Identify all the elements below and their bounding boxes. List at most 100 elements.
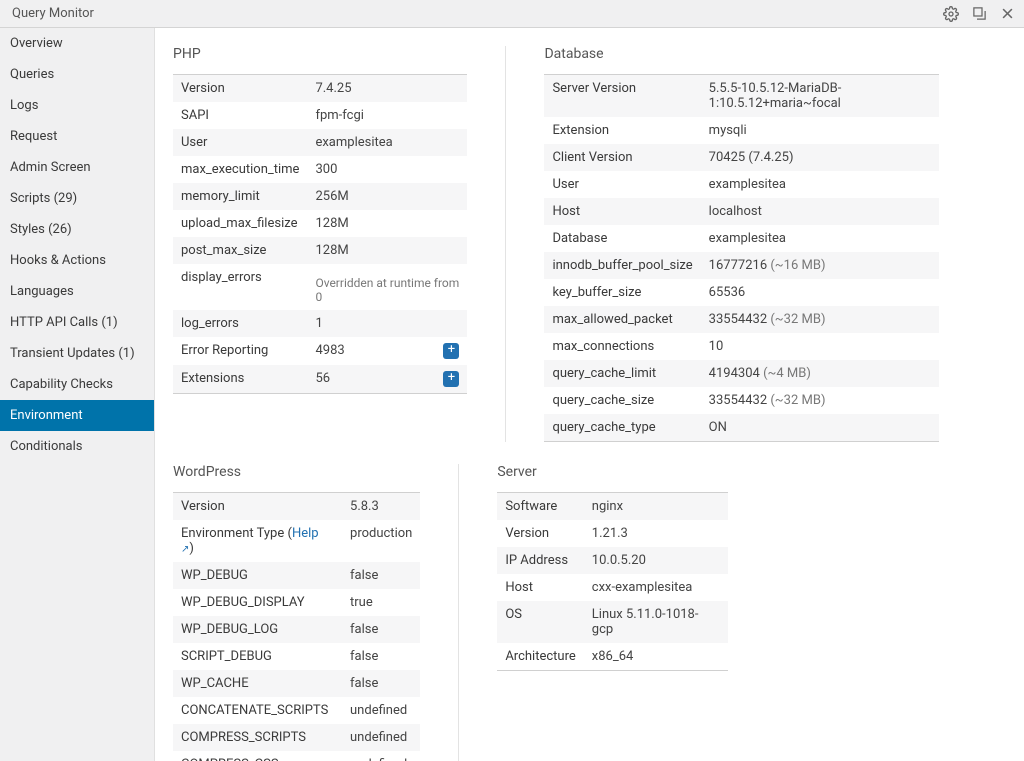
- sidebar-item-request[interactable]: Request: [0, 121, 154, 152]
- row-key-text: OS: [505, 607, 522, 622]
- row-value-suffix: (~4 MB): [763, 366, 811, 381]
- sidebar-item-environment[interactable]: Environment: [0, 400, 154, 431]
- sidebar-item-logs[interactable]: Logs: [0, 90, 154, 121]
- row-key: Version: [173, 493, 342, 521]
- row-value-suffix: (~32 MB): [770, 393, 825, 408]
- table-wordpress: Version5.8.3Environment Type (Help ↗)pro…: [173, 492, 420, 761]
- sidebar-item-transient-updates-1[interactable]: Transient Updates (1): [0, 338, 154, 369]
- row-key-text: WP_DEBUG_LOG: [181, 622, 278, 637]
- sidebar-item-languages[interactable]: Languages: [0, 276, 154, 307]
- help-label: Help: [292, 526, 319, 541]
- row-key-text: Version: [505, 526, 549, 541]
- row-key: WP_DEBUG_DISPLAY: [173, 589, 342, 616]
- row-value-text: 4194304: [709, 366, 760, 381]
- row-value-text: 1.21.3: [592, 526, 628, 541]
- row-key-text: Client Version: [552, 150, 632, 165]
- row-value: 65536: [701, 279, 939, 306]
- row-value-text: 128M: [315, 243, 348, 258]
- sidebar-item-queries[interactable]: Queries: [0, 59, 154, 90]
- row-value-text: 300: [315, 162, 337, 177]
- row-key-text: query_cache_limit: [552, 366, 656, 381]
- row-key: Extension: [544, 117, 700, 144]
- row-value: 128M: [307, 210, 467, 237]
- row-key-text: upload_max_filesize: [181, 216, 297, 231]
- table-row: Database examplesitea: [544, 225, 938, 252]
- panel-title-server: Server: [497, 464, 727, 480]
- row-key-text: post_max_size: [181, 243, 266, 258]
- vertical-divider: [458, 464, 459, 761]
- row-key: max_connections: [544, 333, 700, 360]
- row-value: examplesitea: [307, 129, 467, 156]
- table-php: Version 7.4.25 SAPIfpm-fcgi User examplesite…: [173, 74, 467, 394]
- table-row: Hostlocalhost: [544, 198, 938, 225]
- table-server: SoftwarenginxVersion1.21.3IP Address10.0…: [497, 492, 727, 671]
- table-row: Version5.8.3: [173, 493, 420, 521]
- row-value-text: nginx: [592, 499, 623, 514]
- row-key: Server Version: [544, 75, 700, 118]
- sidebar-item-label: Queries: [10, 67, 54, 82]
- row-key: Host: [544, 198, 700, 225]
- row-value: undefined: [342, 724, 420, 751]
- row-value: undefined: [342, 697, 420, 724]
- expand-button[interactable]: +: [443, 371, 459, 387]
- sidebar-item-capability-checks[interactable]: Capability Checks: [0, 369, 154, 400]
- popout-icon[interactable]: [970, 5, 988, 23]
- row-key: Software: [497, 493, 583, 521]
- sidebar-item-label: HTTP API Calls (1): [10, 315, 118, 330]
- row-key: upload_max_filesize: [173, 210, 307, 237]
- table-row: post_max_size 128M: [173, 237, 467, 264]
- table-row: WP_DEBUG_DISPLAYtrue: [173, 589, 420, 616]
- row-value: 33554432 (~32 MB): [701, 306, 939, 333]
- table-row: Environment Type (Help ↗)production: [173, 520, 420, 562]
- sidebar-item-label: Logs: [10, 98, 38, 113]
- row-value: 1.21.3: [584, 520, 728, 547]
- row-key: SCRIPT_DEBUG: [173, 643, 342, 670]
- close-icon[interactable]: [998, 5, 1016, 23]
- row-key-text: CONCATENATE_SCRIPTS: [181, 703, 328, 718]
- row-value-text: false: [350, 649, 378, 664]
- row-key-text: key_buffer_size: [552, 285, 641, 300]
- sidebar-item-conditionals[interactable]: Conditionals: [0, 431, 154, 462]
- app-title: Query Monitor: [12, 6, 942, 21]
- row-key-text: log_errors: [181, 316, 239, 331]
- row-key: memory_limit: [173, 183, 307, 210]
- table-row: OS Linux 5.11.0-1018-gcp: [497, 601, 727, 643]
- sidebar-item-overview[interactable]: Overview: [0, 28, 154, 59]
- row-value-text: 7.4.25: [315, 81, 351, 96]
- expand-button[interactable]: +: [443, 343, 459, 359]
- row-key-text: display_errors: [181, 270, 262, 285]
- gear-icon[interactable]: [942, 5, 960, 23]
- sidebar-item-scripts-29[interactable]: Scripts (29): [0, 183, 154, 214]
- sidebar-item-label: Capability Checks: [10, 377, 113, 392]
- row-key: Database: [544, 225, 700, 252]
- row-key-text: User: [552, 177, 578, 192]
- row-value-text: Linux 5.11.0-1018-gcp: [592, 607, 699, 637]
- row-key: key_buffer_size: [544, 279, 700, 306]
- row-key-text: User: [181, 135, 207, 150]
- row-key-text: innodb_buffer_pool_size: [552, 258, 692, 273]
- table-row: SAPIfpm-fcgi: [173, 102, 467, 129]
- row-value-text: examplesitea: [709, 231, 786, 246]
- sidebar-item-admin-screen[interactable]: Admin Screen: [0, 152, 154, 183]
- row-key-text: IP Address: [505, 553, 568, 568]
- row-key-text: Server Version: [552, 81, 636, 96]
- panel-title-wordpress: WordPress: [173, 464, 420, 480]
- row-key-text: max_allowed_packet: [552, 312, 672, 327]
- sidebar: Overview Queries Logs RequestAdmin ScreenSc…: [0, 28, 155, 761]
- row-value: x86_64: [584, 643, 728, 671]
- table-row: query_cache_size33554432 (~32 MB): [544, 387, 938, 414]
- sidebar-item-hooks-actions[interactable]: Hooks & Actions: [0, 245, 154, 276]
- panel-server: Server Software nginx Version 1.21.3 IP Addr…: [497, 464, 727, 761]
- row-key: Error Reporting: [173, 337, 307, 365]
- sidebar-item-label: Conditionals: [10, 439, 83, 454]
- sidebar-item-http-api-calls-1[interactable]: HTTP API Calls (1): [0, 307, 154, 338]
- external-link-icon: ↗: [181, 544, 189, 555]
- panel-wordpress: WordPress Version5.8.3Environment Type (…: [173, 464, 420, 761]
- table-row: WP_DEBUGfalse: [173, 562, 420, 589]
- sidebar-item-styles-26[interactable]: Styles (26): [0, 214, 154, 245]
- row-key-text: Version: [181, 81, 225, 96]
- table-row: Server Version5.5.5-10.5.12-MariaDB-1:10…: [544, 75, 938, 118]
- sidebar-item-label: Hooks & Actions: [10, 253, 106, 268]
- sidebar-item-label: Transient Updates (1): [10, 346, 135, 361]
- row-value-text: 56: [315, 371, 330, 386]
